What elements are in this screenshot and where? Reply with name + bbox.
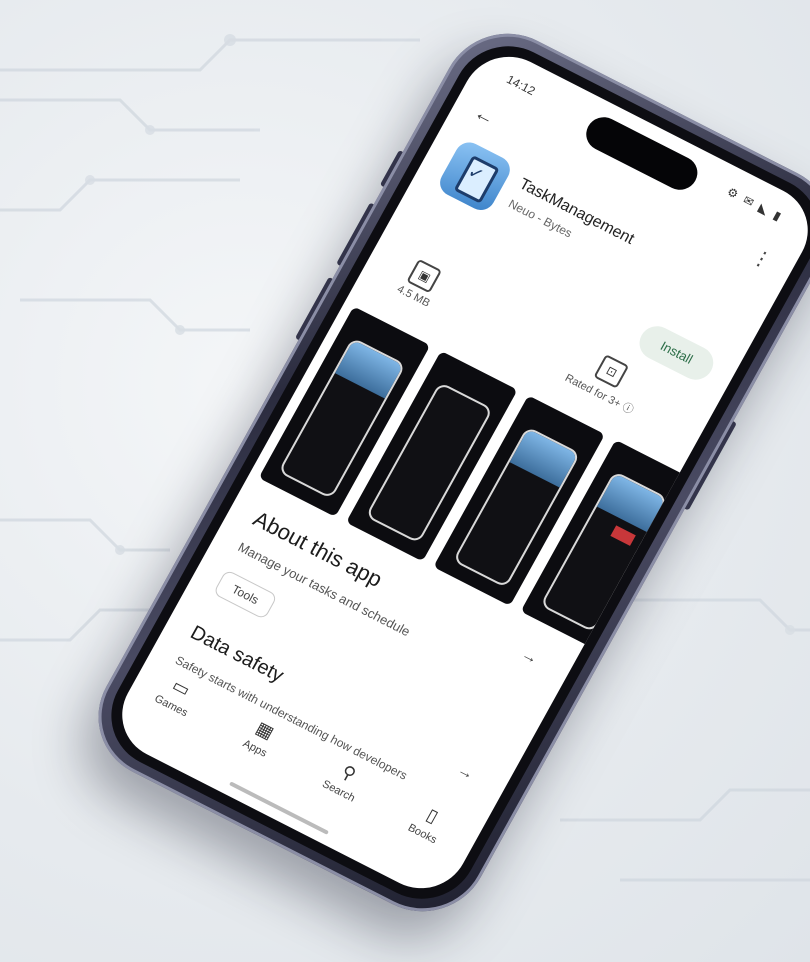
category-chip[interactable]: Tools — [212, 569, 278, 621]
more-vertical-icon[interactable]: ⋮ — [747, 243, 777, 274]
arrow-left-icon[interactable]: ← — [470, 102, 498, 131]
preview-accent — [610, 525, 636, 546]
stat-rating[interactable]: ⊡ Rated for 3+ ⓘ — [562, 343, 651, 417]
preview-header — [334, 339, 404, 399]
arrow-right-icon[interactable]: → — [518, 646, 541, 669]
preview-header — [509, 428, 578, 488]
arrow-right-icon[interactable]: → — [454, 761, 477, 784]
status-time: 14:12 — [504, 72, 538, 99]
content-rating-icon: ⊡ — [593, 354, 630, 389]
app-icon: ✓ — [435, 137, 515, 215]
stat-size: ▣ 4.5 MB — [395, 257, 446, 310]
status-icons: ⚙ ✉ ◣ ▮ — [724, 184, 786, 225]
